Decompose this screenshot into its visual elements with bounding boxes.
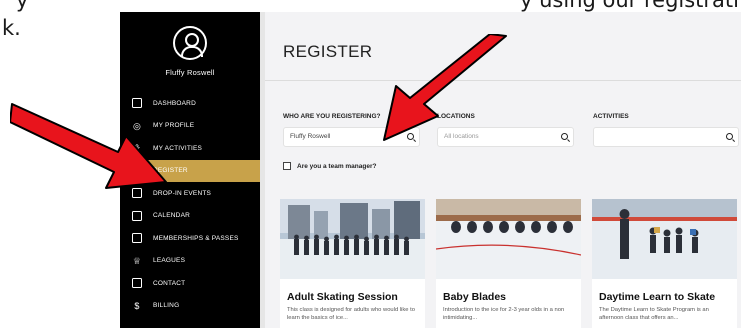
sidebar-item-label: CONTACT — [153, 279, 186, 287]
sidebar-item-my-profile[interactable]: ◎ MY PROFILE — [120, 115, 260, 138]
sidebar-item-label: BILLING — [153, 302, 180, 310]
sidebar-item-leagues[interactable]: ♕ LEAGUES — [120, 250, 260, 273]
team-manager-option[interactable]: Are you a team manager? — [283, 162, 376, 170]
team-manager-label: Are you a team manager? — [297, 162, 377, 170]
document-text-fragment: y using our registrati — [520, 0, 739, 12]
card-description: Introduction to the ice for 2-3 year old… — [443, 307, 565, 321]
sidebar-item-calendar[interactable]: CALENDAR — [120, 205, 260, 228]
user-name: Fluffy Roswell — [165, 68, 215, 77]
contact-icon — [132, 278, 142, 288]
avatar-icon — [173, 26, 207, 60]
locations-placeholder: All locations — [444, 133, 479, 140]
sidebar-item-dashboard[interactable]: DASHBOARD — [120, 92, 260, 115]
activities-select[interactable] — [593, 127, 739, 147]
card-title: Adult Skating Session — [287, 291, 398, 303]
card-title: Baby Blades — [443, 291, 507, 303]
user-profile[interactable]: Fluffy Roswell — [120, 26, 260, 77]
sidebar-item-label: MY ACTIVITIES — [153, 144, 203, 152]
who-label: WHO ARE YOU REGISTERING? — [283, 113, 381, 120]
sidebar-nav: DASHBOARD ◎ MY PROFILE ⚘ MY ACTIVITIES R… — [120, 92, 260, 317]
app-window: Fluffy Roswell DASHBOARD ◎ MY PROFILE ⚘ … — [120, 12, 741, 328]
register-icon — [132, 165, 142, 176]
screenshot: y k. y using our registrati Fluffy Roswe… — [0, 0, 741, 328]
locations-label: LOCATIONS — [437, 113, 475, 120]
sidebar-item-my-activities[interactable]: ⚘ MY ACTIVITIES — [120, 137, 260, 160]
sidebar-item-drop-in-events[interactable]: DROP-IN EVENTS — [120, 182, 260, 205]
card-image — [280, 199, 425, 279]
activity-card-daytime-learn-to-skate[interactable]: Daytime Learn to Skate The Daytime Learn… — [592, 199, 737, 328]
card-title: Daytime Learn to Skate — [599, 291, 716, 303]
who-value: Fluffy Roswell — [290, 133, 331, 140]
sidebar-item-billing[interactable]: $ BILLING — [120, 295, 260, 318]
page-title: REGISTER — [283, 42, 373, 61]
calendar-icon — [132, 210, 142, 221]
leagues-icon: ♕ — [132, 255, 142, 266]
document-text-fragment: y — [16, 0, 29, 12]
sidebar-item-contact[interactable]: CONTACT — [120, 272, 260, 295]
activity-card-baby-blades[interactable]: Baby Blades Introduction to the ice for … — [436, 199, 581, 328]
who-select[interactable]: Fluffy Roswell — [283, 127, 420, 147]
sidebar-item-label: DASHBOARD — [153, 99, 196, 107]
main-content: REGISTER WHO ARE YOU REGISTERING? Fluffy… — [265, 12, 741, 328]
card-description: This class is designed for adults who wo… — [287, 307, 415, 321]
dashboard-icon — [132, 98, 142, 108]
sidebar-item-memberships[interactable]: MEMBERSHIPS & PASSES — [120, 227, 260, 250]
sidebar-item-label: DROP-IN EVENTS — [153, 189, 212, 197]
locations-select[interactable]: All locations — [437, 127, 574, 147]
sidebar-item-label: CALENDAR — [153, 212, 190, 220]
drop-in-icon — [132, 188, 142, 198]
document-text-fragment: k. — [2, 16, 21, 40]
profile-icon: ◎ — [132, 120, 142, 131]
billing-icon: $ — [134, 300, 140, 311]
sidebar-item-label: MY PROFILE — [153, 122, 195, 130]
card-description: The Daytime Learn to Skate Program is an… — [599, 307, 709, 321]
search-icon[interactable] — [726, 133, 733, 140]
card-image — [592, 199, 737, 279]
sidebar-item-register[interactable]: REGISTER — [120, 159, 260, 182]
search-icon[interactable] — [407, 133, 414, 140]
activities-label: ACTIVITIES — [593, 113, 629, 120]
divider — [265, 80, 741, 81]
sidebar-item-label: LEAGUES — [153, 257, 186, 265]
activity-card-adult-skating[interactable]: Adult Skating Session This class is desi… — [280, 199, 425, 328]
card-image — [436, 199, 581, 279]
search-icon[interactable] — [561, 133, 568, 140]
sidebar-item-label: MEMBERSHIPS & PASSES — [153, 234, 239, 242]
memberships-icon — [132, 233, 142, 243]
team-manager-checkbox[interactable] — [283, 162, 291, 170]
activities-icon: ⚘ — [132, 143, 142, 153]
sidebar: Fluffy Roswell DASHBOARD ◎ MY PROFILE ⚘ … — [120, 12, 260, 328]
sidebar-item-label: REGISTER — [153, 167, 188, 175]
